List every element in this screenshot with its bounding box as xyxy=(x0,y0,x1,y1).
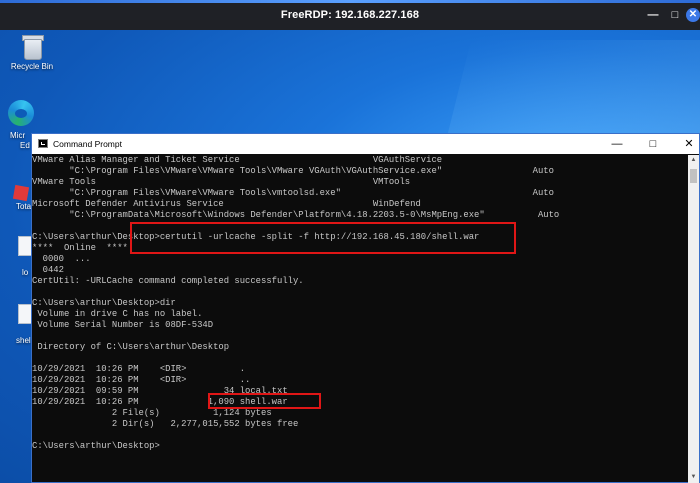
console-line: 2 Dir(s) 2,277,015,552 bytes free xyxy=(32,419,299,429)
console-line: 0000 ... xyxy=(32,254,91,264)
app-shortcut-label: Tota xyxy=(16,202,32,211)
recycle-bin-shortcut[interactable]: Recycle Bin xyxy=(2,33,62,71)
minimize-button[interactable]: — xyxy=(610,137,624,151)
freerdp-title: FreeRDP: 192.168.227.168 xyxy=(280,9,420,21)
scroll-thumb[interactable] xyxy=(690,169,697,183)
freerdp-titlebar[interactable]: FreeRDP: 192.168.227.168 — □ ✕ xyxy=(0,0,700,30)
scroll-down-arrow-icon[interactable]: ▼ xyxy=(688,472,699,483)
console-line: VMware Alias Manager and Ticket Service … xyxy=(32,155,443,165)
console-line: Volume in drive C has no label. xyxy=(32,309,203,319)
command-prompt-window[interactable]: Command Prompt — □ ✕ VMware Alias Manage… xyxy=(31,133,700,483)
terminal-icon xyxy=(38,139,48,148)
rdp-maximize-button[interactable]: □ xyxy=(668,8,682,22)
console-line: "C:\Program Files\VMware\VMware Tools\vm… xyxy=(32,188,554,198)
edge-label-line1: Micr xyxy=(10,131,26,140)
console-line: Microsoft Defender Antivirus Service Win… xyxy=(32,199,421,209)
console-line: VMware Tools VMTools xyxy=(32,177,411,187)
console-line: Directory of C:\Users\arthur\Desktop xyxy=(32,342,230,352)
console-line: CertUtil: -URLCache command completed su… xyxy=(32,276,304,286)
console-line: **** Online **** xyxy=(32,243,128,253)
console-line: C:\Users\arthur\Desktop> xyxy=(32,441,160,451)
rdp-minimize-button[interactable]: — xyxy=(646,8,660,22)
console-line: C:\Users\arthur\Desktop>dir xyxy=(32,298,176,308)
cmd-title: Command Prompt xyxy=(53,139,122,149)
edge-icon xyxy=(8,100,34,126)
vertical-scrollbar[interactable]: ▲ ▼ xyxy=(688,155,699,483)
console-line: 2 File(s) 1,124 bytes xyxy=(32,408,272,418)
console-line: 10/29/2021 10:26 PM <DIR> . xyxy=(32,364,246,374)
certutil-command-highlight xyxy=(130,222,516,254)
titlebar-accent xyxy=(0,0,700,3)
local-file-label: lo xyxy=(22,268,29,277)
rdp-close-button[interactable]: ✕ xyxy=(686,8,700,22)
scroll-up-arrow-icon[interactable]: ▲ xyxy=(688,155,699,166)
shell-war-highlight xyxy=(208,393,321,409)
console-line: "C:\ProgramData\Microsoft\Windows Defend… xyxy=(32,210,560,220)
recycle-bin-label: Recycle Bin xyxy=(10,62,54,71)
console-line: 0442 xyxy=(32,265,64,275)
app-shortcut-icon[interactable] xyxy=(12,184,30,202)
edge-shortcut[interactable] xyxy=(0,100,34,129)
console-line: "C:\Program Files\VMware\VMware Tools\VM… xyxy=(32,166,554,176)
cmd-titlebar[interactable]: Command Prompt — □ ✕ xyxy=(32,134,699,154)
close-button[interactable]: ✕ xyxy=(682,137,696,151)
console-line: 10/29/2021 10:26 PM <DIR> .. xyxy=(32,375,251,385)
console-output[interactable]: VMware Alias Manager and Ticket Service … xyxy=(32,155,687,483)
shell-file-label: shel xyxy=(16,336,31,345)
edge-label-line2: Ed xyxy=(20,141,30,150)
maximize-button[interactable]: □ xyxy=(646,137,660,151)
console-line: Volume Serial Number is 08DF-534D xyxy=(32,320,214,330)
recycle-bin-icon xyxy=(21,33,44,60)
